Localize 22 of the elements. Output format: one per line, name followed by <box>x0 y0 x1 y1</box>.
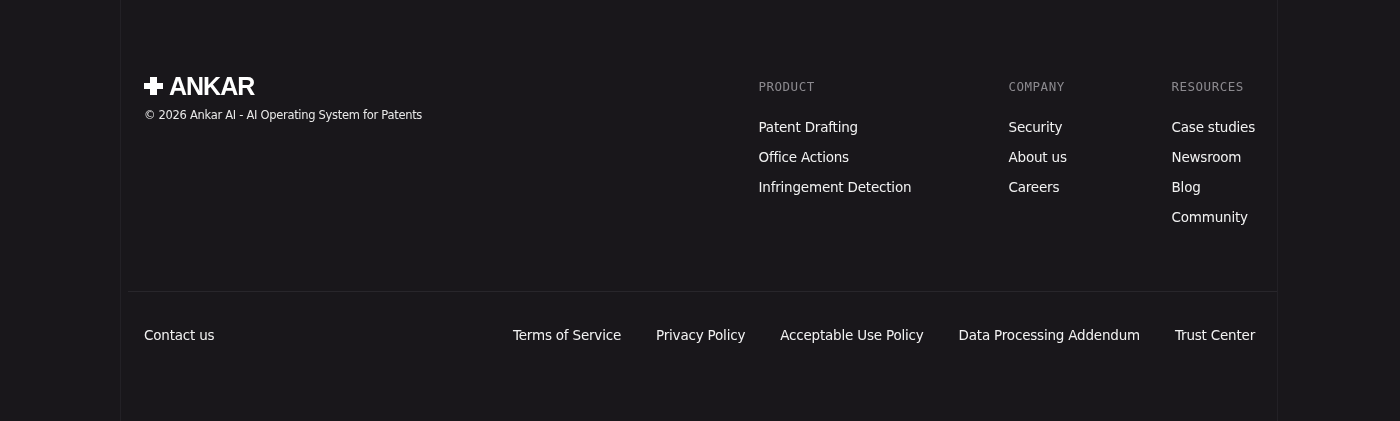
footer-link[interactable]: About us <box>1008 142 1172 172</box>
legal-link[interactable]: Acceptable Use Policy <box>780 320 924 350</box>
footer-link[interactable]: Newsroom <box>1171 142 1255 172</box>
column-heading: PRODUCT <box>758 78 816 96</box>
column-heading: COMPANY <box>1008 78 1066 96</box>
copyright-text: © 2026 Ankar AI - AI Operating System for Patents <box>144 108 423 122</box>
footer-link[interactable]: Careers <box>1008 172 1172 202</box>
legal-link[interactable]: Privacy Policy <box>656 320 746 350</box>
footer-link[interactable]: Office Actions <box>758 142 1009 172</box>
footer-link[interactable]: Blog <box>1171 172 1255 202</box>
legal-link[interactable]: Trust Center <box>1174 320 1255 350</box>
column-heading: RESOURCES <box>1171 78 1245 96</box>
legal-link[interactable]: Terms of Service <box>512 320 621 350</box>
footer-link[interactable]: Patent Drafting <box>758 112 1009 142</box>
footer-link[interactable]: Community <box>1171 202 1255 232</box>
footer-link[interactable]: Case studies <box>1171 112 1255 142</box>
legal-link[interactable]: Data Processing Addendum <box>958 320 1140 350</box>
brand-name: ANKAR <box>169 76 255 96</box>
footer-link[interactable]: Infringement Detection <box>758 172 1009 202</box>
contact-link[interactable]: Contact us <box>144 320 215 350</box>
logo-icon <box>144 77 163 95</box>
footer-link[interactable]: Security <box>1008 112 1172 142</box>
